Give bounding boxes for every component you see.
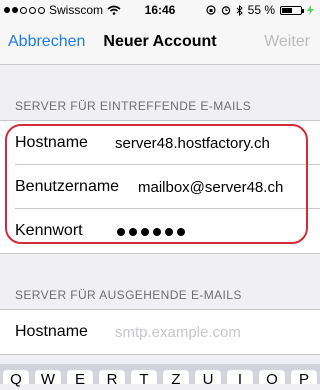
incoming-hostname-row[interactable]: Hostname server48.hostfactory.ch — [0, 121, 320, 165]
outgoing-server-group: Hostname smtp.example.com — [0, 309, 320, 355]
outgoing-hostname-input[interactable]: smtp.example.com — [115, 324, 241, 341]
outgoing-section-header: SERVER FÜR AUSGEHENDE E-MAILS — [15, 288, 242, 302]
incoming-section-header: SERVER FÜR EINTREFFENDE E-MAILS — [15, 99, 252, 113]
key-o[interactable]: O — [259, 370, 285, 388]
password-dot — [117, 228, 125, 236]
battery-percentage: 55 % — [247, 3, 275, 17]
rotation-lock-icon — [206, 5, 216, 15]
key-t[interactable]: T — [131, 370, 157, 388]
password-dot — [165, 228, 173, 236]
key-p[interactable]: P — [291, 370, 317, 388]
incoming-password-row[interactable]: Kennwort — [0, 209, 320, 253]
incoming-server-group: Hostname server48.hostfactory.ch Benutze… — [0, 120, 320, 254]
key-i[interactable]: I — [227, 370, 253, 388]
incoming-hostname-input[interactable]: server48.hostfactory.ch — [115, 135, 270, 152]
password-dot — [177, 228, 185, 236]
incoming-hostname-label: Hostname — [15, 134, 88, 151]
key-z[interactable]: Z — [163, 370, 189, 388]
incoming-username-input[interactable]: mailbox@server48.ch — [138, 179, 283, 196]
key-e[interactable]: E — [67, 370, 93, 388]
key-u[interactable]: U — [195, 370, 221, 388]
keyboard: QWERTZUIOP — [0, 364, 320, 388]
incoming-username-label: Benutzername — [15, 178, 120, 195]
password-dot — [129, 228, 137, 236]
battery-fill — [282, 7, 292, 13]
alarm-icon — [221, 6, 230, 15]
incoming-password-input[interactable] — [117, 228, 185, 236]
navigation-bar: Abbrechen Neuer Account Weiter — [0, 20, 320, 65]
charging-icon — [307, 5, 314, 15]
key-r[interactable]: R — [99, 370, 125, 388]
bluetooth-icon — [236, 4, 243, 16]
status-bar: Swisscom 16:46 55 % — [0, 0, 320, 20]
incoming-password-label: Kennwort — [15, 222, 83, 239]
status-right: 55 % — [206, 3, 314, 17]
password-dot — [153, 228, 161, 236]
password-dot — [141, 228, 149, 236]
key-w[interactable]: W — [35, 370, 61, 388]
key-q[interactable]: Q — [3, 370, 29, 388]
outgoing-hostname-row[interactable]: Hostname smtp.example.com — [0, 310, 320, 354]
outgoing-hostname-label: Hostname — [15, 323, 88, 340]
incoming-username-row[interactable]: Benutzername mailbox@server48.ch — [0, 165, 320, 209]
battery-icon — [280, 5, 304, 15]
next-button[interactable]: Weiter — [264, 33, 310, 51]
